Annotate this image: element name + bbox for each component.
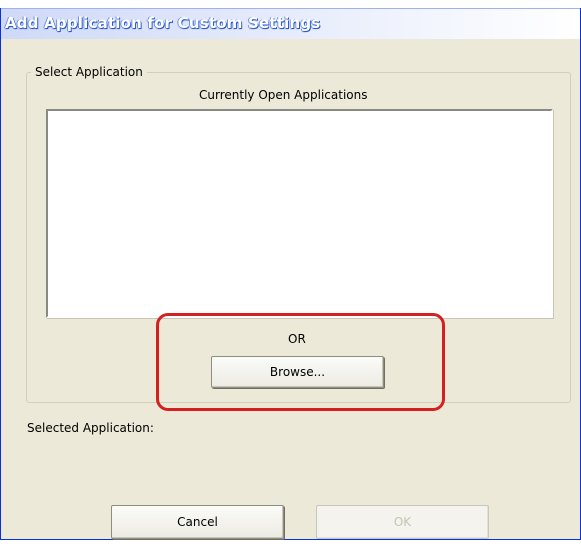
selected-application-label: Selected Application: [27,421,154,435]
title-bar[interactable]: Add Application for Custom Settings [1,8,580,39]
or-separator: OR [288,332,306,346]
open-applications-list[interactable] [46,109,553,318]
cancel-button[interactable]: Cancel [111,505,284,539]
select-application-legend: Select Application [31,65,147,79]
dialog-title: Add Application for Custom Settings [5,14,321,32]
browse-button[interactable]: Browse... [211,356,384,388]
add-application-dialog: Add Application for Custom Settings Sele… [0,8,581,540]
open-applications-caption: Currently Open Applications [199,88,368,102]
ok-button[interactable]: OK [316,505,489,539]
